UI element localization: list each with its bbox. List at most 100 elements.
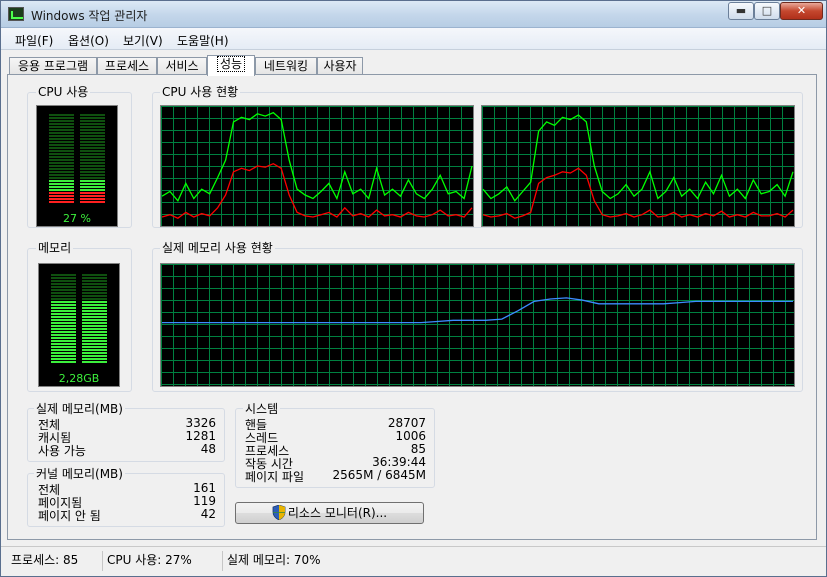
memory-history-graph [160, 263, 795, 387]
memory-title: 메모리 [36, 239, 74, 256]
memory-meter-segment [82, 355, 107, 357]
close-button[interactable]: ✕ [780, 2, 823, 20]
minimize-icon: ▬ [735, 4, 747, 17]
memory-meter-segment [51, 298, 76, 300]
tab-performance[interactable]: 성능 [207, 55, 255, 76]
task-manager-window: Windows 작업 관리자 ▬ □ ✕ 파일(F) 옵션(O) 보기(V) 도… [0, 0, 827, 577]
menu-bar: 파일(F) 옵션(O) 보기(V) 도움말(H) [1, 28, 826, 50]
tab-networking[interactable]: 네트워킹 [255, 57, 317, 75]
memory-meter-segment [82, 346, 107, 348]
cpu-meter-segment [80, 120, 105, 122]
cpu-meter-segment [80, 147, 105, 149]
cpu-meter-segment [49, 189, 74, 191]
cpu-meter-segment [80, 150, 105, 152]
memory-meter-segment [51, 343, 76, 345]
cpu-meter-segment [49, 168, 74, 170]
memory-meter-segment [82, 340, 107, 342]
cpu-history-title: CPU 사용 현황 [160, 83, 241, 100]
cpu-meter-segment [49, 147, 74, 149]
menu-file[interactable]: 파일(F) [15, 32, 53, 49]
kernel-total-value: 161 [193, 481, 216, 495]
cpu-meter-segment [80, 168, 105, 170]
cpu-meter-segment [80, 132, 105, 134]
memory-meter-segment [82, 289, 107, 291]
cpu-core-2-graph [481, 105, 795, 227]
memory-meter-segment [82, 286, 107, 288]
cpu-meter-segment [80, 165, 105, 167]
status-memory: 실제 메모리: 70% [227, 553, 321, 567]
cpu-meter-segment [80, 171, 105, 173]
memory-meter-segment [82, 292, 107, 294]
cpu-meter-segment [80, 114, 105, 116]
cpu-meter-segment [49, 138, 74, 140]
cpu-meter-segment [49, 171, 74, 173]
memory-meter-segment [82, 310, 107, 312]
system-title: 시스템 [243, 400, 281, 417]
uac-shield-icon [272, 505, 286, 520]
cpu-meter-segment [49, 198, 74, 200]
cpu-meter-segment [49, 135, 74, 137]
memory-meter-segment [51, 286, 76, 288]
memory-meter-segment [82, 298, 107, 300]
memory-meter-segment [82, 319, 107, 321]
memory-meter-segment [51, 316, 76, 318]
resource-monitor-label: 리소스 모니터(R)... [287, 506, 388, 520]
minimize-button[interactable]: ▬ [728, 2, 754, 20]
window-title: Windows 작업 관리자 [31, 9, 148, 23]
resource-monitor-button[interactable]: 리소스 모니터(R)... [235, 502, 424, 524]
memory-meter-segment [82, 334, 107, 336]
menu-help[interactable]: 도움말(H) [177, 32, 229, 49]
cpu-meter-segment [49, 162, 74, 164]
memory-meter-segment [51, 340, 76, 342]
title-bar[interactable]: Windows 작업 관리자 ▬ □ ✕ [1, 1, 826, 28]
maximize-button[interactable]: □ [754, 2, 780, 20]
system-pagefile-label: 페이지 파일 [245, 470, 305, 484]
cpu-meter-segment [80, 159, 105, 161]
system-uptime-value: 36:39:44 [372, 455, 426, 469]
cpu-meter-segment [49, 120, 74, 122]
menu-view[interactable]: 보기(V) [123, 32, 163, 49]
memory-meter-segment [82, 328, 107, 330]
cpu-meter-segment [80, 183, 105, 185]
memory-meter-segment [82, 358, 107, 360]
cpu-core-1-graph [160, 105, 474, 227]
close-icon: ✕ [796, 4, 807, 17]
memory-history-graph-svg [161, 264, 794, 386]
maximize-icon: □ [761, 4, 773, 17]
cpu-meter-segment [80, 129, 105, 131]
cpu-meter-segment [49, 159, 74, 161]
cpu-meter-segment [49, 132, 74, 134]
cpu-meter-segment [49, 117, 74, 119]
tab-users[interactable]: 사용자 [317, 57, 363, 75]
memory-meter-bars [51, 274, 107, 363]
cpu-meter-segment [80, 186, 105, 188]
memory-meter-segment [51, 277, 76, 279]
cpu-usage-value: 27 % [63, 212, 91, 225]
system-threads-value: 1006 [395, 429, 426, 443]
memory-meter-segment [51, 274, 76, 276]
system-pagefile-value: 2565M / 6845M [332, 468, 426, 482]
memory-meter-segment [82, 313, 107, 315]
cpu-meter-segment [49, 156, 74, 158]
cpu-meter-segment [49, 141, 74, 143]
kernel-paged-value: 119 [193, 494, 216, 508]
kernel-memory-title: 커널 메모리(MB) [34, 465, 125, 482]
physical-cached-value: 1281 [185, 429, 216, 443]
memory-meter-segment [82, 325, 107, 327]
cpu-meter-segment [49, 186, 74, 188]
memory-usage-value: 2,28GB [58, 372, 100, 385]
system-processes-value: 85 [410, 442, 426, 456]
memory-meter-segment [82, 280, 107, 282]
tab-services[interactable]: 서비스 [157, 57, 207, 75]
cpu-usage-title: CPU 사용 [36, 83, 91, 100]
cpu-meter-segment [49, 144, 74, 146]
tab-processes[interactable]: 프로세스 [97, 57, 157, 75]
tab-applications[interactable]: 응용 프로그램 [9, 57, 97, 75]
memory-meter-segment [51, 358, 76, 360]
memory-usage-line [162, 297, 793, 324]
menu-options[interactable]: 옵션(O) [68, 32, 109, 49]
memory-meter-segment [82, 301, 107, 303]
cpu-meter-segment [49, 174, 74, 176]
memory-meter-segment [51, 313, 76, 315]
system-handles-value: 28707 [387, 416, 426, 430]
